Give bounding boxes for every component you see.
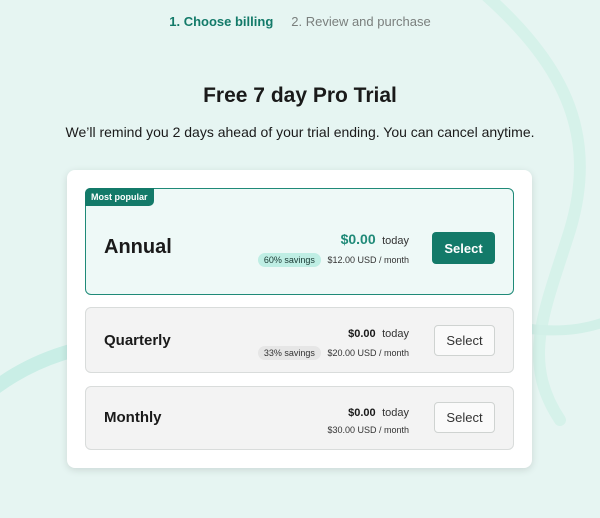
per-month-price: $30.00 USD / month (327, 425, 409, 435)
price-block: $0.00 today 33% savings $20.00 USD / mon… (257, 324, 409, 360)
price-amount: $0.00 (340, 231, 376, 247)
price-block: $0.00 today 60% savings $12.00 USD / mon… (257, 231, 409, 267)
most-popular-badge: Most popular (85, 188, 154, 206)
savings-badge: 60% savings (257, 253, 321, 267)
price-amount: $0.00 (348, 328, 376, 340)
per-month-price: $12.00 USD / month (327, 255, 409, 265)
select-monthly-button[interactable]: Select (434, 402, 495, 433)
price-suffix: today (382, 328, 409, 340)
price-suffix: today (382, 407, 409, 419)
stepper: 1. Choose billing 2. Review and purchase (0, 14, 600, 29)
step-review-purchase[interactable]: 2. Review and purchase (291, 14, 430, 29)
savings-badge: 33% savings (257, 346, 321, 360)
billing-options-card: Most popular Annual $0.00 today 60% savi… (67, 170, 532, 468)
plan-name: Annual (104, 236, 172, 258)
plan-quarterly[interactable]: Quarterly $0.00 today 33% savings $20.00… (85, 307, 514, 373)
select-quarterly-button[interactable]: Select (434, 325, 495, 356)
page-title: Free 7 day Pro Trial (203, 84, 397, 107)
plan-name: Monthly (104, 409, 162, 426)
per-month-price: $20.00 USD / month (327, 348, 409, 358)
plan-monthly[interactable]: Monthly $0.00 today $30.00 USD / month S… (85, 386, 514, 450)
plan-name: Quarterly (104, 332, 171, 349)
step-choose-billing[interactable]: 1. Choose billing (169, 14, 273, 29)
price-block: $0.00 today $30.00 USD / month (327, 403, 409, 435)
plan-annual[interactable]: Most popular Annual $0.00 today 60% savi… (85, 188, 514, 295)
select-annual-button[interactable]: Select (432, 232, 495, 264)
price-amount: $0.00 (348, 407, 376, 419)
page-subtitle: We’ll remind you 2 days ahead of your tr… (65, 124, 535, 140)
price-suffix: today (382, 235, 409, 247)
